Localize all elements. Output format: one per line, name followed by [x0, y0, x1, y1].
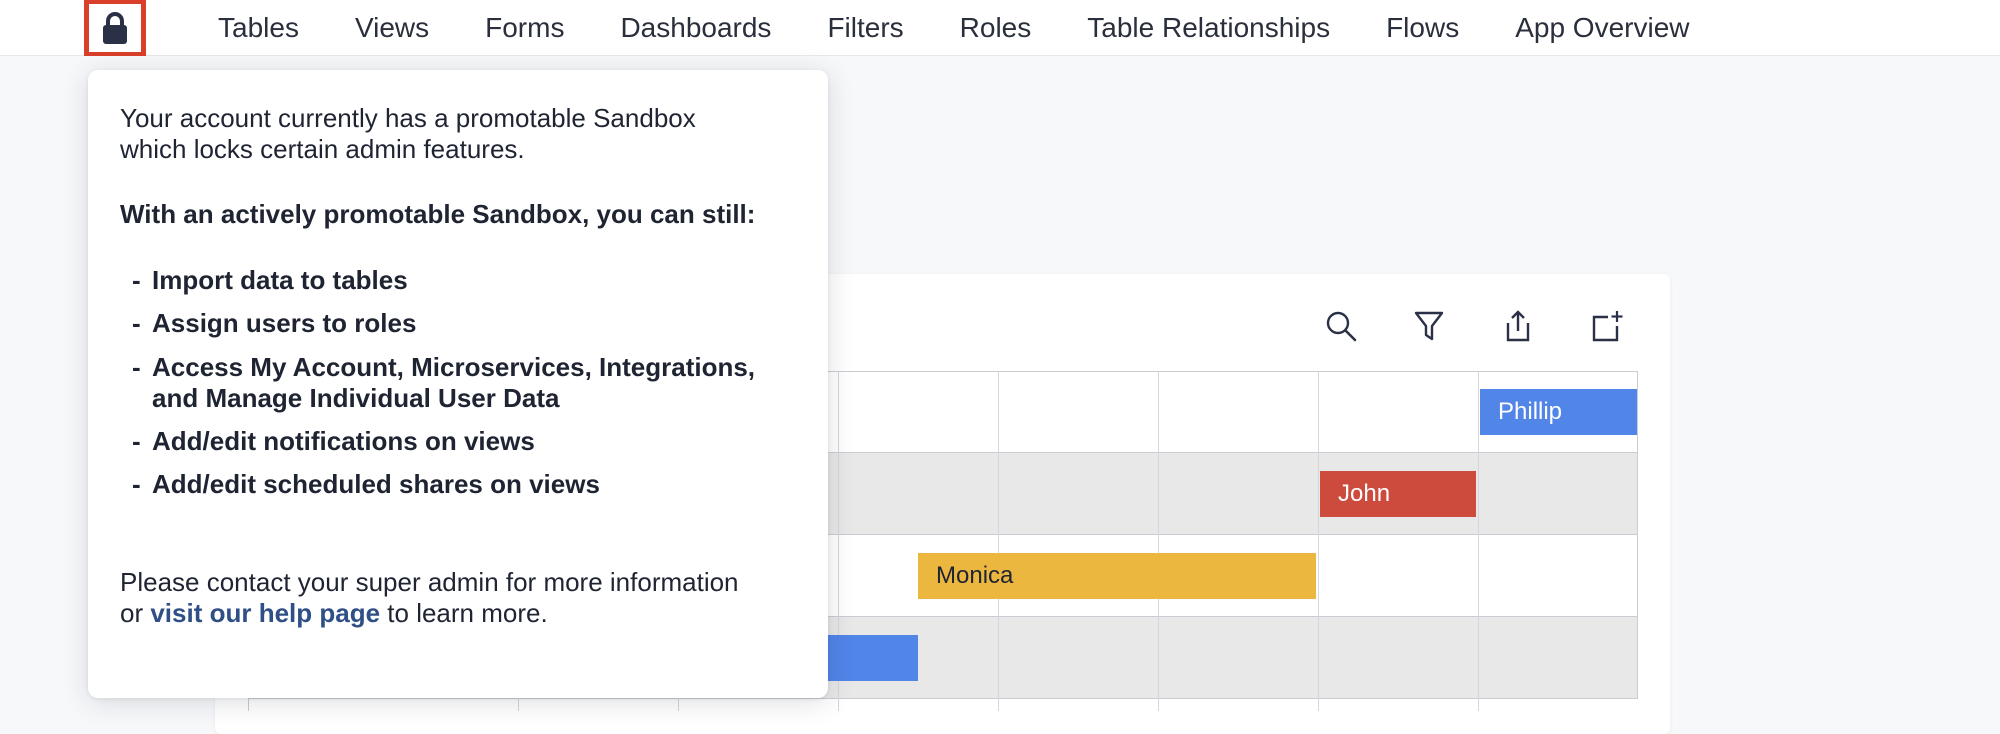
share-icon[interactable]	[1498, 306, 1538, 346]
nav-views[interactable]: Views	[327, 0, 457, 56]
grid-divider	[1318, 371, 1319, 711]
nav-tables[interactable]: Tables	[190, 0, 327, 56]
add-view-icon[interactable]	[1587, 306, 1627, 346]
nav-flows[interactable]: Flows	[1358, 0, 1487, 56]
grid-divider	[1478, 371, 1479, 711]
popover-bullet: - Add/edit notifications on views	[132, 426, 535, 456]
popover-bullet: - Add/edit scheduled shares on views	[132, 469, 600, 499]
sandbox-info-popover: Your account currently has a promotable …	[88, 70, 828, 698]
grid-divider	[998, 371, 999, 711]
main-nav: Tables Views Forms Dashboards Filters Ro…	[190, 0, 1718, 56]
bullet-text: Access My Account, Microservices, Integr…	[152, 352, 756, 382]
nav-table-relationships[interactable]: Table Relationships	[1059, 0, 1358, 56]
popover-intro-line2: which locks certain admin features.	[120, 134, 525, 164]
help-page-link[interactable]: visit our help page	[150, 598, 380, 628]
footer-end-text: to learn more.	[380, 598, 548, 628]
footer-or-text: or	[120, 598, 151, 628]
nav-filters[interactable]: Filters	[799, 0, 931, 56]
filter-icon[interactable]	[1409, 306, 1449, 346]
calendar-event-phillip[interactable]: Phillip	[1480, 389, 1637, 435]
popover-heading: With an actively promotable Sandbox, you…	[120, 199, 756, 229]
calendar-event-john[interactable]: John	[1320, 471, 1476, 517]
lock-icon-frame	[89, 4, 141, 52]
bullet-text: Import data to tables	[152, 265, 408, 295]
nav-app-overview[interactable]: App Overview	[1487, 0, 1717, 56]
popover-footer-line2: or visit our help page to learn more.	[120, 598, 548, 629]
top-nav-bar: Tables Views Forms Dashboards Filters Ro…	[0, 0, 2000, 56]
popover-bullet: - Assign users to roles	[132, 308, 417, 338]
bullet-text: Add/edit scheduled shares on views	[152, 469, 600, 499]
popover-bullet-continued: and Manage Individual User Data	[132, 383, 559, 414]
bullet-text: Add/edit notifications on views	[152, 426, 535, 456]
popover-bullet: - Import data to tables	[132, 265, 408, 295]
calendar-event-monica[interactable]: Monica	[918, 553, 1316, 599]
sandbox-lock-button[interactable]	[84, 0, 146, 56]
lock-icon	[103, 12, 127, 44]
nav-forms[interactable]: Forms	[457, 0, 592, 56]
bullet-text: Assign users to roles	[152, 308, 417, 338]
search-icon[interactable]	[1321, 306, 1361, 346]
nav-roles[interactable]: Roles	[932, 0, 1060, 56]
grid-divider	[1158, 371, 1159, 711]
popover-intro-line1: Your account currently has a promotable …	[120, 103, 696, 133]
popover-footer-line1: Please contact your super admin for more…	[120, 567, 739, 597]
bullet-text: and Manage Individual User Data	[152, 383, 560, 413]
nav-dashboards[interactable]: Dashboards	[592, 0, 799, 56]
popover-bullet: - Access My Account, Microservices, Integ…	[132, 352, 756, 382]
